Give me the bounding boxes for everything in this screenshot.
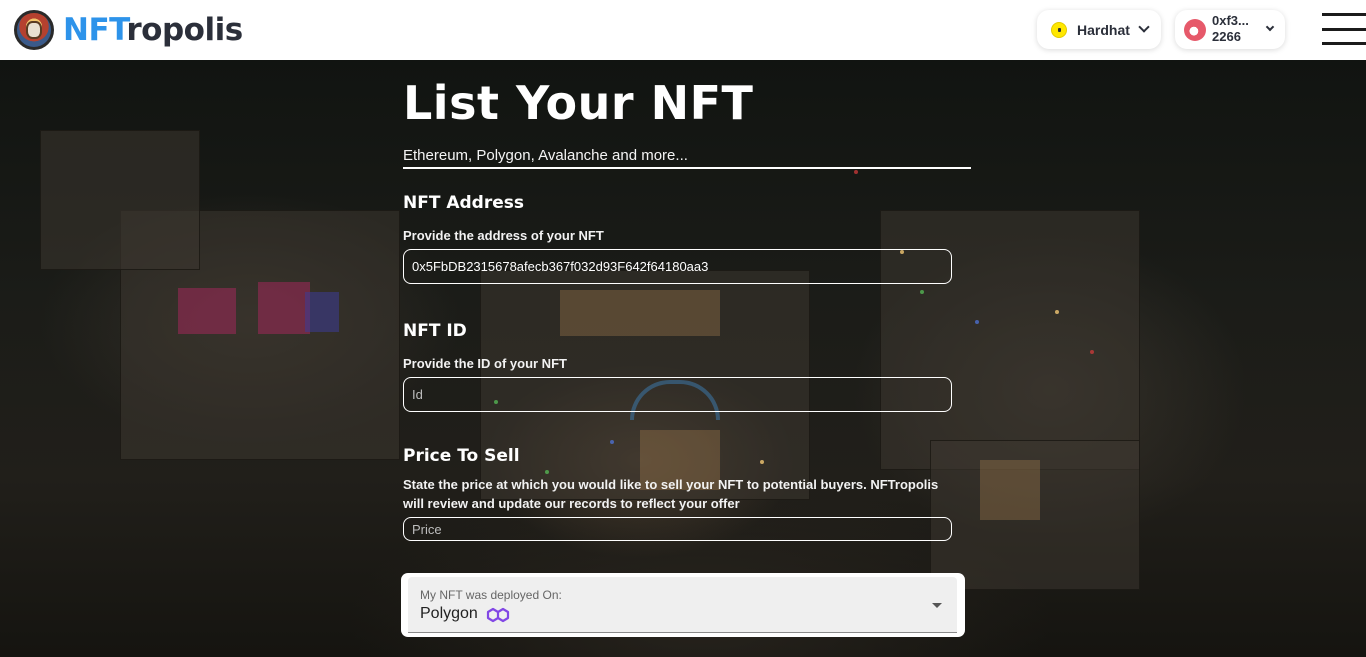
scene-building bbox=[40, 130, 200, 270]
menu-line bbox=[1322, 13, 1366, 16]
scene-light bbox=[760, 460, 764, 464]
polygon-icon bbox=[486, 607, 510, 623]
network-selector-button[interactable]: Hardhat bbox=[1037, 10, 1161, 49]
network-label: Hardhat bbox=[1077, 22, 1130, 38]
account-button[interactable]: 0xf3... 2266 bbox=[1175, 10, 1285, 49]
price-heading: Price To Sell bbox=[403, 446, 520, 466]
scene-window bbox=[305, 292, 339, 332]
account-address: 0xf3... 2266 bbox=[1212, 13, 1262, 45]
nft-id-heading: NFT ID bbox=[403, 321, 467, 341]
scene-window bbox=[258, 282, 310, 334]
account-address-line1: 0xf3... bbox=[1212, 13, 1249, 28]
scene-light bbox=[920, 290, 924, 294]
scene-window bbox=[560, 290, 720, 336]
page-title: List Your NFT bbox=[403, 76, 754, 130]
chain-select[interactable]: My NFT was deployed On: Polygon bbox=[408, 577, 957, 633]
account-address-line2: 2266 bbox=[1212, 29, 1241, 44]
scene-window bbox=[980, 460, 1040, 520]
account-avatar bbox=[1184, 19, 1206, 41]
nft-id-help: Provide the ID of your NFT bbox=[403, 356, 567, 371]
brand-name-rest: ropolis bbox=[126, 12, 243, 48]
brand-name-highlight: NFT bbox=[63, 12, 127, 48]
dropdown-arrow-icon bbox=[932, 603, 942, 608]
chain-select-value: Polygon bbox=[420, 605, 478, 622]
price-help: State the price at which you would like … bbox=[403, 477, 939, 511]
chain-select-label: My NFT was deployed On: bbox=[420, 588, 562, 602]
scene-light bbox=[1090, 350, 1094, 354]
chevron-down-icon bbox=[1138, 21, 1150, 33]
nftropolis-logo-icon[interactable] bbox=[14, 10, 54, 50]
nft-address-help: Provide the address of your NFT bbox=[403, 228, 604, 243]
hardhat-icon bbox=[1051, 22, 1067, 38]
scene-light bbox=[610, 440, 614, 444]
menu-line bbox=[1322, 42, 1366, 45]
top-navbar: NFTropolis Hardhat 0xf3... 2266 bbox=[0, 0, 1366, 60]
scene-light bbox=[975, 320, 979, 324]
hamburger-menu-icon[interactable] bbox=[1322, 13, 1366, 46]
brand-name[interactable]: NFTropolis bbox=[63, 12, 243, 48]
chevron-down-icon bbox=[1265, 22, 1275, 32]
nft-address-heading: NFT Address bbox=[403, 193, 525, 213]
menu-line bbox=[1322, 28, 1366, 31]
price-input[interactable] bbox=[403, 517, 952, 541]
logo-ape-face bbox=[26, 21, 42, 39]
nft-id-input[interactable] bbox=[403, 377, 952, 412]
chain-select-card: My NFT was deployed On: Polygon bbox=[401, 573, 965, 637]
nft-address-input[interactable] bbox=[403, 249, 952, 284]
scene-light bbox=[1055, 310, 1059, 314]
scene-light bbox=[545, 470, 549, 474]
supported-chains-subtitle: Ethereum, Polygon, Avalanche and more... bbox=[403, 147, 971, 169]
scene-light bbox=[854, 170, 858, 174]
scene-window bbox=[178, 288, 236, 334]
